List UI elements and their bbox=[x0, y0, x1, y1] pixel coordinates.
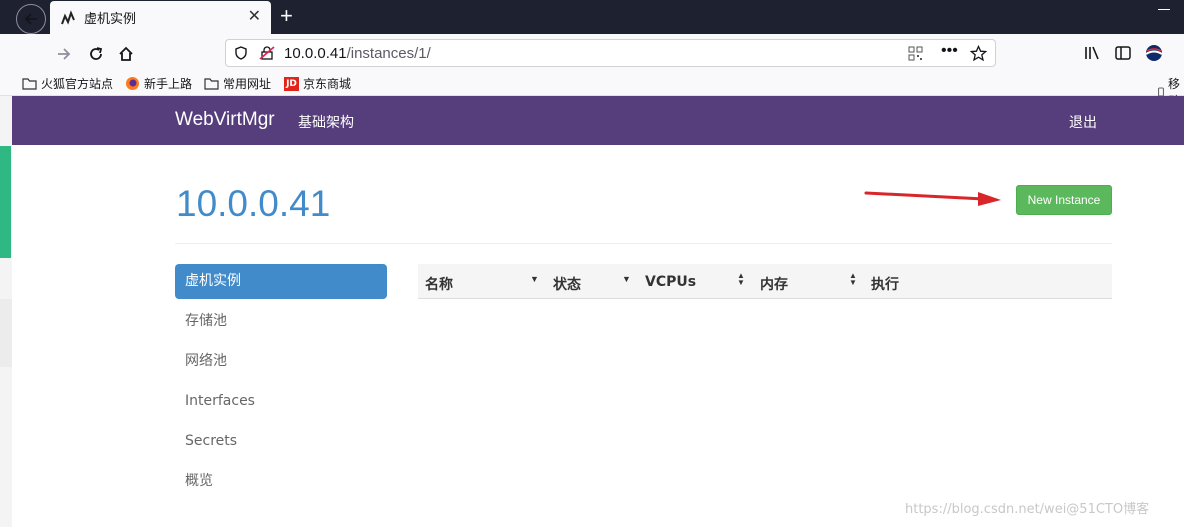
tab-bar: 虚机实例 ✕ + bbox=[0, 0, 1184, 34]
qr-code-icon[interactable] bbox=[908, 46, 923, 61]
bookmark-label: 新手上路 bbox=[144, 77, 193, 91]
back-button[interactable] bbox=[16, 4, 46, 34]
bookmark-star-icon[interactable] bbox=[970, 45, 987, 62]
new-instance-button[interactable]: New Instance bbox=[1016, 185, 1112, 215]
shield-icon[interactable] bbox=[234, 46, 248, 60]
column-header-vcpus[interactable]: VCPUs bbox=[645, 274, 696, 290]
column-header-actions[interactable]: 执行 bbox=[871, 274, 899, 294]
forward-arrow-icon bbox=[58, 48, 71, 60]
column-header-memory[interactable]: 内存 bbox=[760, 274, 788, 294]
background-window-sliver bbox=[0, 34, 12, 527]
sidebar-item-instances[interactable]: 虚机实例 bbox=[175, 264, 387, 299]
column-header-name[interactable]: 名称 bbox=[425, 274, 453, 294]
tab-title: 虚机实例 bbox=[84, 12, 137, 27]
back-arrow-icon bbox=[24, 13, 37, 25]
page-title: 10.0.0.41 bbox=[176, 183, 331, 224]
bookmark-item-getting-started[interactable]: 新手上路 bbox=[125, 75, 192, 92]
address-bar[interactable]: 10.0.0.41/instances/1/ ••• bbox=[225, 39, 996, 67]
webvirtmgr-favicon-icon bbox=[61, 9, 75, 25]
library-icon[interactable] bbox=[1083, 42, 1101, 64]
reload-button[interactable] bbox=[82, 40, 110, 68]
url-path: /instances/1/ bbox=[346, 45, 431, 62]
nav-infrastructure-link[interactable]: 基础架构 bbox=[298, 112, 354, 132]
new-tab-icon[interactable]: + bbox=[280, 4, 293, 28]
page-actions-icon[interactable]: ••• bbox=[941, 42, 958, 60]
bookmark-label: 京东商城 bbox=[303, 77, 352, 91]
url-host: 10.0.0.41 bbox=[284, 45, 347, 62]
sidebar-toggle-icon[interactable] bbox=[1114, 42, 1132, 64]
insecure-lock-icon[interactable] bbox=[259, 46, 275, 60]
url-text: 10.0.0.41/instances/1/ bbox=[284, 45, 431, 62]
instances-table-header: 名称 ▼ 状态 ▼ VCPUs ▲ ▼ 内存 ▲ ▼ 执行 bbox=[418, 264, 1112, 299]
sort-desc-icon[interactable]: ▼ bbox=[622, 274, 631, 284]
bookmark-label: 常用网址 bbox=[223, 77, 272, 91]
sidebar-item-interfaces[interactable]: Interfaces bbox=[175, 384, 387, 419]
account-avatar-icon[interactable] bbox=[1144, 42, 1164, 64]
watermark: https://blog.csdn.net/wei@51CTO博客 bbox=[905, 502, 1150, 517]
bookmark-label: 火狐官方站点 bbox=[41, 77, 114, 91]
forward-button[interactable] bbox=[50, 40, 78, 68]
tab-instances[interactable]: 虚机实例 ✕ bbox=[50, 1, 271, 34]
title-divider bbox=[175, 243, 1112, 244]
sidebar-item-overview[interactable]: 概览 bbox=[175, 464, 387, 499]
bookmark-item-firefox-site[interactable]: 火狐官方站点 bbox=[22, 75, 113, 92]
home-icon bbox=[119, 46, 133, 61]
home-button[interactable] bbox=[112, 40, 140, 68]
reload-icon bbox=[90, 47, 103, 60]
sort-both-icon[interactable]: ▲ ▼ bbox=[849, 272, 857, 287]
bookmark-item-jd[interactable]: JD 京东商城 bbox=[284, 75, 351, 92]
sidebar-nav: 虚机实例 存储池 网络池 Interfaces Secrets 概览 bbox=[175, 264, 387, 504]
brand-logo[interactable]: WebVirtMgr bbox=[175, 109, 275, 131]
sidebar-item-storage[interactable]: 存储池 bbox=[175, 304, 387, 339]
minimize-window-icon[interactable] bbox=[1158, 9, 1170, 10]
folder-icon bbox=[204, 78, 219, 90]
column-header-status[interactable]: 状态 bbox=[553, 274, 581, 294]
sidebar-item-networks[interactable]: 网络池 bbox=[175, 344, 387, 379]
bookmarks-bar: 火狐官方站点 新手上路 常用网址 JD 京东商城 移动 bbox=[0, 72, 1184, 108]
firefox-icon bbox=[126, 77, 139, 90]
folder-icon bbox=[22, 78, 37, 90]
sidebar-item-secrets[interactable]: Secrets bbox=[175, 424, 387, 459]
sort-desc-icon[interactable]: ▼ bbox=[530, 274, 539, 284]
sort-both-icon[interactable]: ▲ ▼ bbox=[737, 272, 745, 287]
nav-logout-link[interactable]: 退出 bbox=[1069, 112, 1097, 132]
bookmark-item-common-sites[interactable]: 常用网址 bbox=[204, 75, 271, 92]
red-arrow-annotation bbox=[864, 191, 1001, 206]
tab-close-icon[interactable]: ✕ bbox=[248, 8, 261, 26]
jd-logo-icon: JD bbox=[284, 76, 299, 91]
